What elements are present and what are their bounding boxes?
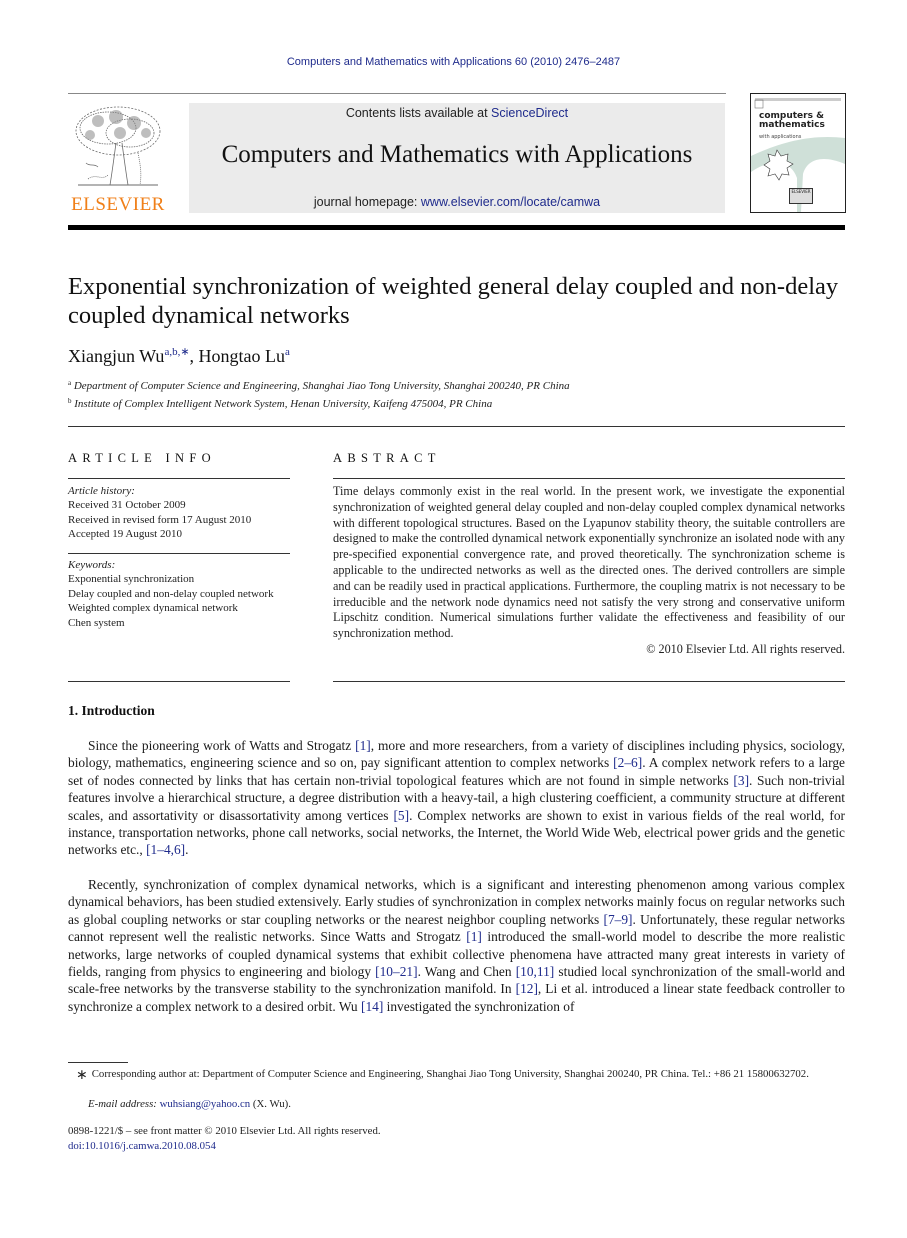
email-suffix: (X. Wu). [250, 1098, 291, 1110]
journal-title: Computers and Mathematics with Applicati… [221, 141, 693, 168]
history-item: Accepted 19 August 2010 [68, 528, 182, 541]
citation-link[interactable]: [10–21] [375, 964, 417, 979]
history-item: Received 31 October 2009 [68, 499, 186, 512]
section-rule [68, 426, 845, 427]
affiliation-mark: a [68, 379, 72, 387]
body-paragraph: Since the pioneering work of Watts and S… [68, 737, 845, 859]
abstract-paragraph: Time delays commonly exist in the real w… [333, 484, 845, 641]
abstract-heading: ABSTRACT [333, 451, 441, 465]
citation-link[interactable]: [12] [516, 981, 538, 996]
keywords: Keywords: Exponential synchronization De… [68, 558, 290, 630]
keyword-item: Chen system [68, 616, 125, 629]
header-rule [68, 93, 726, 94]
email-link[interactable]: wuhsiang@yahoo.cn [160, 1098, 251, 1110]
footnote-email: E-mail address: wuhsiang@yahoo.cn (X. Wu… [88, 1098, 291, 1110]
header-thick-rule [68, 225, 845, 230]
elsevier-tree-icon [68, 103, 166, 191]
article-info-rule [68, 681, 290, 682]
abstract-rule [333, 478, 845, 479]
cover-title: computers & mathematics [759, 111, 825, 130]
citation-link[interactable]: [3] [733, 773, 749, 788]
body-text: Since the pioneering work of Watts and S… [88, 738, 356, 753]
abstract-body: Time delays commonly exist in the real w… [333, 484, 845, 658]
homepage-prefix: journal homepage: [313, 195, 421, 209]
body-paragraph: Recently, synchronization of complex dyn… [68, 876, 845, 1015]
section-heading-introduction: 1. Introduction [68, 703, 155, 718]
doi-link[interactable]: doi:10.1016/j.camwa.2010.08.054 [68, 1140, 216, 1152]
citation-link[interactable]: [2–6] [613, 755, 642, 770]
article-info-heading: ARTICLE INFO [68, 451, 216, 465]
running-head-citation[interactable]: Computers and Mathematics with Applicati… [0, 56, 907, 68]
keyword-item: Weighted complex dynamical network [68, 602, 238, 615]
footnote-rule [68, 1062, 128, 1063]
front-matter-notice: 0898-1221/$ – see front matter © 2010 El… [68, 1125, 381, 1137]
affiliation-text: Institute of Complex Intelligent Network… [74, 398, 493, 410]
citation-link[interactable]: [1] [466, 929, 482, 944]
author-name[interactable]: Xiangjun Wu [68, 346, 164, 366]
contents-line: Contents lists available at ScienceDirec… [189, 106, 725, 120]
elsevier-logo[interactable]: ELSEVIER [68, 103, 168, 215]
history-label: Article history: [68, 485, 135, 497]
affiliation: b Institute of Complex Intelligent Netwo… [68, 397, 492, 410]
journal-homepage-link[interactable]: www.elsevier.com/locate/camwa [421, 195, 600, 209]
keywords-label: Keywords: [68, 559, 116, 571]
keyword-item: Exponential synchronization [68, 573, 195, 586]
abstract-copyright: © 2010 Elsevier Ltd. All rights reserved… [646, 641, 845, 656]
homepage-line: journal homepage: www.elsevier.com/locat… [189, 195, 725, 209]
citation-link[interactable]: [1] [355, 738, 371, 753]
email-label: E-mail address: [88, 1098, 160, 1110]
author-affiliation-marks[interactable]: a,b,∗ [164, 346, 189, 358]
cover-subtitle: with applications [759, 134, 802, 140]
corresponding-author-footnote: ∗ Corresponding author at: Department of … [68, 1067, 845, 1083]
cover-publisher-badge: ELSEVIER [789, 188, 813, 204]
journal-cover-thumbnail[interactable]: computers & mathematics with applications… [750, 93, 846, 213]
article-history: Article history: Received 31 October 200… [68, 484, 290, 542]
article-info-rule [68, 553, 290, 554]
author-list: Xiangjun Wua,b,∗, Hongtao Lua [68, 345, 290, 367]
author-name[interactable]: Hongtao Lu [199, 346, 285, 366]
footnote-text: Corresponding author at: Department of C… [91, 1068, 809, 1080]
citation-link[interactable]: [5] [393, 808, 409, 823]
affiliation-text: Department of Computer Science and Engin… [73, 380, 570, 392]
citation-link[interactable]: [1–4,6] [146, 842, 185, 857]
body-text: investigated the synchronization of [383, 998, 575, 1014]
contents-prefix: Contents lists available at [345, 106, 492, 120]
body-text: . Wang and Chen [417, 964, 516, 980]
article-title: Exponential synchronization of weighted … [68, 273, 839, 329]
affiliation-mark: b [68, 397, 72, 405]
keyword-item: Delay coupled and non-delay coupled netw… [68, 587, 274, 600]
author-separator: , [189, 346, 199, 366]
journal-banner: Contents lists available at ScienceDirec… [189, 103, 725, 213]
affiliation: a Department of Computer Science and Eng… [68, 379, 570, 392]
author-affiliation-marks[interactable]: a [285, 346, 290, 358]
footnote-star-mark: ∗ [76, 1068, 88, 1083]
citation-link[interactable]: [14] [361, 999, 383, 1014]
citation-link[interactable]: [10,11] [516, 964, 555, 979]
sciencedirect-link[interactable]: ScienceDirect [491, 106, 568, 120]
citation-link[interactable]: [7–9] [604, 912, 633, 927]
body-text: . [185, 842, 189, 858]
elsevier-wordmark: ELSEVIER [71, 194, 165, 215]
history-item: Received in revised form 17 August 2010 [68, 513, 252, 526]
abstract-rule [333, 681, 845, 682]
article-info-rule [68, 478, 290, 479]
